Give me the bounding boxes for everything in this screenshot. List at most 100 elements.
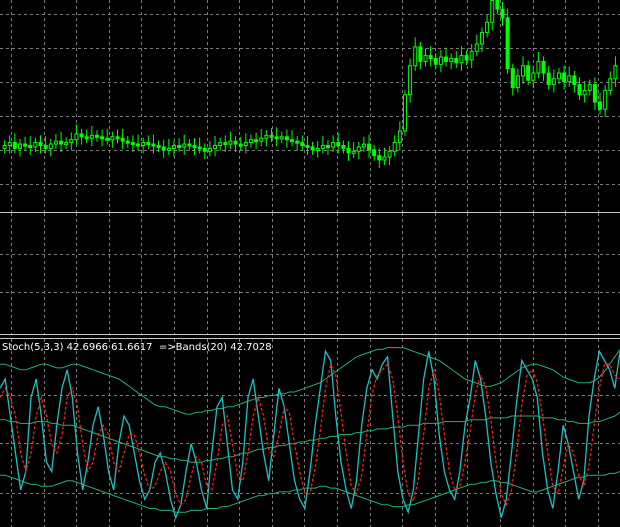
candle-body	[305, 145, 310, 148]
candle-body	[495, 0, 500, 10]
candle-body	[613, 65, 618, 80]
candle-body	[428, 55, 433, 59]
candle-body	[28, 145, 33, 148]
candle-body	[510, 68, 515, 89]
candle-body	[69, 139, 74, 144]
candle-body	[274, 136, 279, 140]
candle-body	[177, 145, 182, 148]
candle-body	[418, 46, 423, 62]
candle-body	[474, 43, 479, 52]
trading-terminal[interactable]	[0, 0, 620, 527]
candle-body	[141, 142, 146, 147]
candle-body	[284, 136, 289, 141]
indicator-label: Stoch(5,3,3) 42.6966 61.6617 =>Bands(20)…	[2, 342, 272, 353]
candle-body	[12, 142, 17, 149]
candle-body	[53, 140, 58, 145]
candle-body	[74, 133, 79, 141]
candle-body	[577, 84, 582, 96]
candle-body	[346, 147, 351, 154]
candle-body	[130, 142, 135, 146]
candle-body	[567, 75, 572, 83]
candle-body	[59, 140, 64, 145]
candle-body	[603, 89, 608, 110]
candle-body	[223, 142, 228, 146]
candle-body	[464, 55, 469, 61]
candle-body	[228, 140, 233, 145]
candle-body	[341, 145, 346, 149]
candle-body	[387, 150, 392, 158]
candle-body	[479, 31, 484, 45]
candle-body	[259, 137, 264, 142]
candle-body	[197, 146, 202, 150]
candle-body	[187, 143, 192, 147]
candle-body	[79, 133, 84, 138]
candle-body	[310, 146, 315, 151]
candle-body	[444, 56, 449, 62]
candle-body	[7, 142, 12, 147]
candle-body	[279, 136, 284, 140]
candle-body	[459, 55, 464, 64]
candle-body	[608, 78, 613, 91]
candle-body	[192, 145, 197, 148]
candle-body	[48, 143, 53, 149]
candle-body	[392, 142, 397, 152]
candle-body	[351, 150, 356, 154]
candle-body	[572, 75, 577, 86]
candle-body	[377, 155, 382, 161]
candle-body	[300, 142, 305, 147]
candle-body	[264, 134, 269, 139]
candle-body	[233, 140, 238, 145]
candle-body	[556, 72, 561, 80]
candle-body	[136, 143, 141, 147]
candle-body	[320, 145, 325, 149]
candle-body	[243, 142, 248, 147]
candle-body	[562, 72, 567, 83]
candle-body	[372, 149, 377, 157]
candle-body	[202, 147, 207, 152]
candle-body	[541, 60, 546, 74]
candle-body	[423, 55, 428, 62]
candle-body	[598, 101, 603, 110]
candle-body	[120, 137, 125, 142]
candle-body	[536, 60, 541, 74]
candle-body	[438, 56, 443, 65]
candle-body	[490, 0, 495, 23]
candle-body	[587, 84, 592, 91]
candle-body	[105, 137, 110, 141]
candle-body	[295, 140, 300, 144]
candle-body	[64, 142, 69, 146]
candle-body	[100, 136, 105, 140]
candle-body	[156, 145, 161, 148]
candle-body	[367, 143, 372, 151]
candle-body	[402, 94, 407, 132]
candle-body	[546, 72, 551, 86]
candle-body	[500, 8, 505, 19]
candle-body	[43, 145, 48, 149]
candle-body	[454, 58, 459, 64]
candle-body	[94, 134, 99, 138]
candle-body	[397, 130, 402, 144]
candle-body	[213, 145, 218, 149]
candle-body	[182, 143, 187, 148]
candle-body	[254, 139, 259, 143]
candle-body	[551, 78, 556, 86]
candle-body	[146, 142, 151, 146]
candle-body	[89, 134, 94, 139]
candle-body	[526, 65, 531, 81]
candle-body	[505, 17, 510, 70]
candle-body	[38, 142, 43, 147]
candle-body	[449, 58, 454, 62]
candle-body	[592, 84, 597, 103]
candle-body	[515, 75, 520, 89]
candle-body	[23, 143, 28, 147]
candle-body	[84, 136, 89, 140]
candle-body	[356, 146, 361, 152]
candle-body	[325, 145, 330, 148]
candle-body	[290, 139, 295, 143]
candle-body	[166, 147, 171, 151]
candle-body	[110, 136, 115, 141]
candle-body	[469, 50, 474, 61]
candle-body	[125, 140, 130, 144]
candle-body	[269, 134, 274, 138]
candle-body	[521, 65, 526, 77]
